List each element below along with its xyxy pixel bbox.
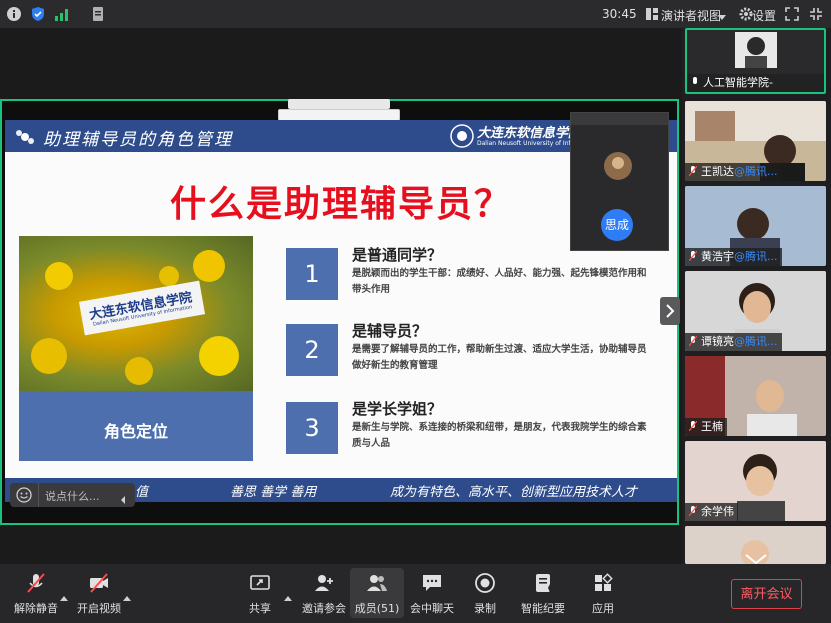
invite-label: 邀请参会 xyxy=(302,602,346,615)
flower-icon xyxy=(15,127,35,151)
chevron-up-icon[interactable] xyxy=(284,586,292,605)
apps-button[interactable]: 应用 xyxy=(573,572,633,616)
notes-label: 智能纪要 xyxy=(521,602,565,615)
mic-off-icon xyxy=(27,573,45,593)
slide-header-title: 助理辅导员的角色管理 xyxy=(43,130,233,150)
participant-tile[interactable]: 谭镜亮@腾讯... xyxy=(685,271,826,351)
exit-fullscreen-icon[interactable] xyxy=(808,6,824,22)
notes-icon xyxy=(536,574,552,592)
item-number: 1 xyxy=(286,248,338,300)
record-label: 录制 xyxy=(474,602,496,615)
next-page-button[interactable] xyxy=(660,297,680,325)
participant-label: 人工智能学院- xyxy=(687,74,824,92)
chat-placeholder: 说点什么... xyxy=(45,490,100,503)
slide-footer-left: 值 xyxy=(135,485,149,500)
presenter-view-button[interactable]: 演讲者视图 xyxy=(661,7,721,24)
participant-sidebar: 人工智能学院- 王凯达@腾讯... 黄浩宇@腾讯... 谭镜亮@腾讯... 王楠… xyxy=(682,28,831,565)
participant-label: 王凯达@腾讯... xyxy=(685,163,782,181)
participant-tile[interactable]: 人工智能学院- xyxy=(685,28,826,94)
share-status-strip xyxy=(288,99,390,109)
school-logo-icon xyxy=(450,124,474,152)
participant-name: 谭镜亮 xyxy=(701,335,734,348)
school-logo-text: 大连东软信息学院 xyxy=(477,126,582,141)
participant-name: 人工智能学院- xyxy=(703,76,773,89)
chevron-down-icon[interactable] xyxy=(716,8,732,24)
chat-label: 会中聊天 xyxy=(410,602,454,615)
chat-input[interactable]: 说点什么... xyxy=(10,483,135,507)
participant-tile[interactable]: 王凯达@腾讯... xyxy=(685,101,826,181)
participant-name: 王楠 xyxy=(701,420,723,433)
floating-video-panel[interactable]: 思成 xyxy=(570,112,669,251)
participant-source: @腾讯... xyxy=(734,335,778,348)
participant-source: @腾讯... xyxy=(734,165,778,178)
participant-name: 黄浩宇 xyxy=(701,250,734,263)
unmute-label: 解除静音 xyxy=(14,602,58,615)
role-box-text: 角色定位 xyxy=(103,422,168,441)
notes-button[interactable]: 智能纪要 xyxy=(513,572,573,616)
unmute-button[interactable]: 解除静音 xyxy=(6,572,66,616)
item-number: 3 xyxy=(286,402,338,454)
slide-main-title: 什么是助理辅导员？ xyxy=(170,184,513,225)
settings-button[interactable]: 设置 xyxy=(752,7,776,24)
invite-button[interactable]: 邀请参会 xyxy=(294,572,354,616)
item-title: 是辅导员？ xyxy=(352,322,428,340)
members-button[interactable]: 成员(51) xyxy=(350,568,404,618)
participant-name: 王凯达 xyxy=(701,165,734,178)
bottom-toolbar: 解除静音 开启视频 共享 邀请参会 成员(51) 会中聊天 录制 智能纪要 应用… xyxy=(0,564,831,623)
chat-icon xyxy=(423,575,441,591)
divider xyxy=(38,483,39,507)
start-video-label: 开启视频 xyxy=(77,602,121,615)
info-icon[interactable] xyxy=(6,6,22,22)
item-title: 是普通同学？ xyxy=(352,246,443,264)
participant-label: 谭镜亮@腾讯... xyxy=(685,333,782,351)
floating-panel-header xyxy=(571,113,668,125)
avatar xyxy=(603,151,633,185)
members-icon xyxy=(367,575,387,591)
start-video-button[interactable]: 开启视频 xyxy=(69,572,129,616)
chevron-up-icon[interactable] xyxy=(60,586,68,605)
slide-footer-motto: 善思 善学 善用 xyxy=(230,485,317,500)
avatar-name: 思成 xyxy=(601,209,633,241)
role-box: 角色定位 xyxy=(19,391,253,461)
add-user-icon xyxy=(315,575,333,591)
slide-footer-slogan: 成为有特色、高水平、创新型应用技术人才 xyxy=(390,485,638,500)
share-label: 共享 xyxy=(249,602,271,615)
participant-name: 余学伟 xyxy=(701,505,734,518)
presenter-view-icon xyxy=(644,6,660,22)
item-title: 是学长学姐？ xyxy=(352,400,443,418)
item-number: 2 xyxy=(286,324,338,376)
participant-source: @腾讯... xyxy=(734,250,778,263)
item-desc: 是脱颖而出的学生干部：成绩好、人品好、能力强、起先锋模范作用和带头作用 xyxy=(352,268,647,295)
shield-icon[interactable] xyxy=(30,6,46,22)
top-bar: 30:45 演讲者视图 设置 xyxy=(0,0,831,28)
participant-tile[interactable]: 余学伟 xyxy=(685,441,826,521)
emoji-icon[interactable] xyxy=(16,487,32,507)
camera-off-icon xyxy=(90,573,108,593)
record-icon xyxy=(475,573,495,593)
fullscreen-icon[interactable] xyxy=(784,6,800,22)
apps-label: 应用 xyxy=(592,602,614,615)
share-screen-icon xyxy=(250,575,270,590)
participant-tile[interactable]: 黄浩宇@腾讯... xyxy=(685,186,826,266)
participant-tile[interactable]: 王楠 xyxy=(685,356,826,436)
participant-label: 黄浩宇@腾讯... xyxy=(685,248,782,266)
chat-button[interactable]: 会中聊天 xyxy=(402,572,462,616)
document-icon[interactable] xyxy=(90,6,106,22)
item-desc: 是新生与学院、系连接的桥梁和纽带，是朋友，代表我院学生的综合素质与人品 xyxy=(352,422,647,449)
record-button[interactable]: 录制 xyxy=(455,572,515,616)
signal-icon[interactable] xyxy=(54,6,70,22)
meeting-timer: 30:45 xyxy=(602,7,637,21)
chevron-up-icon[interactable] xyxy=(123,586,131,605)
collapse-arrow-icon[interactable] xyxy=(118,490,128,509)
item-desc: 是需要了解辅导员的工作，帮助新生过渡、适应大学生活，协助辅导员做好新生的教育管理 xyxy=(352,344,647,371)
apps-icon xyxy=(595,573,613,591)
members-label: 成员(51) xyxy=(354,602,400,615)
participant-label: 王楠 xyxy=(685,418,727,436)
participant-label: 余学伟 xyxy=(685,503,738,521)
campus-photo: 大连东软信息学院 Dalian Neusoft University of In… xyxy=(19,236,253,391)
share-button[interactable]: 共享 xyxy=(230,572,290,616)
leave-meeting-button[interactable]: 离开会议 xyxy=(731,579,802,609)
